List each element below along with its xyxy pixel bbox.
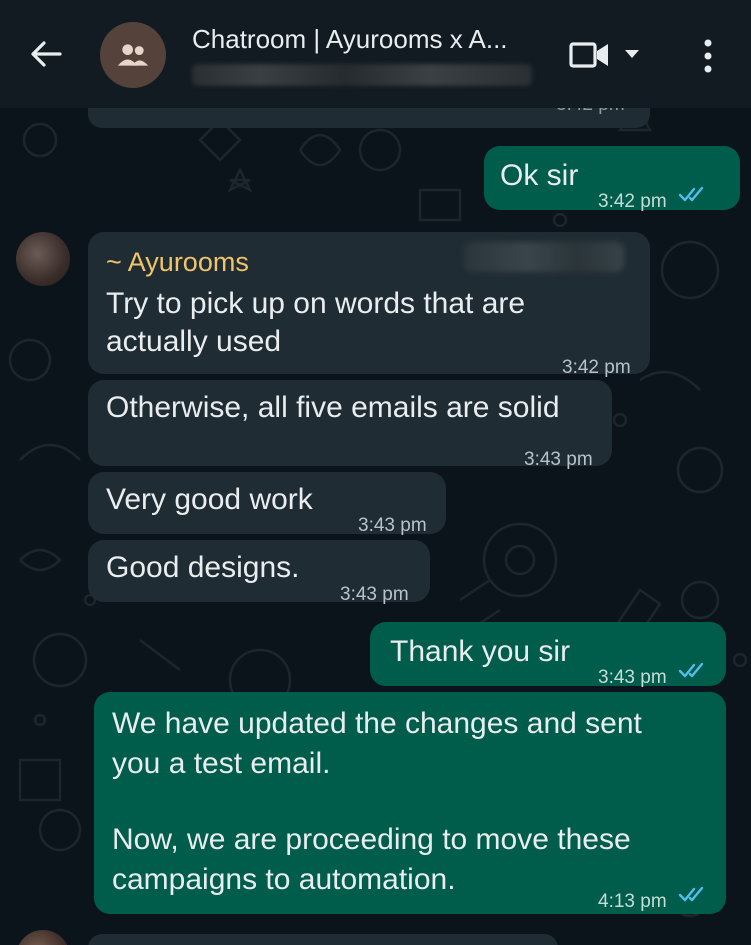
- message-text: Good designs.: [106, 551, 300, 584]
- group-icon: [117, 44, 149, 66]
- message-text-line: We have updated the changes and sent: [112, 707, 642, 740]
- message-time: 3:43 pm: [524, 449, 593, 470]
- message-time: 3:43 pm: [340, 584, 409, 605]
- arrow-left-icon[interactable]: [24, 32, 68, 76]
- message-text: Thank you sir: [390, 635, 571, 668]
- message-text-line: Try to pick up on words that are: [106, 287, 526, 320]
- avatar[interactable]: [100, 22, 166, 88]
- chat-subtitle-redacted: [192, 64, 532, 86]
- message-bubble-outgoing[interactable]: Thank you sir 3:43 pm: [370, 622, 726, 688]
- video-camera-icon[interactable]: [568, 36, 612, 74]
- message-text: Otherwise, all five emails are solid: [106, 391, 560, 424]
- message-time: 4:13 pm: [598, 891, 667, 912]
- sender-phone-redacted: [464, 242, 624, 272]
- message-bubble-clipped[interactable]: [88, 934, 558, 945]
- message-text-line: actually used: [106, 325, 282, 358]
- message-time: 3:42 pm: [598, 191, 667, 212]
- message-bubble-incoming[interactable]: ~ Ayurooms Try to pick up on words that …: [88, 232, 650, 378]
- message-bubble-outgoing[interactable]: We have updated the changes and sent you…: [94, 692, 726, 914]
- double-check-icon: [678, 886, 704, 902]
- message-text-line: campaigns to automation.: [112, 863, 456, 896]
- message-text-line: you a test email.: [112, 747, 331, 780]
- message-bubble-incoming[interactable]: Very good work 3:43 pm: [88, 472, 446, 536]
- message-text-line: Now, we are proceeding to move these: [112, 823, 631, 856]
- caret-down-icon[interactable]: [622, 46, 642, 62]
- message-bubble-incoming[interactable]: Good designs. 3:43 pm: [88, 540, 430, 605]
- more-vertical-icon[interactable]: [696, 36, 720, 76]
- message-text: Ok sir: [500, 159, 579, 192]
- double-check-icon: [678, 186, 704, 202]
- message-text: Very good work: [106, 483, 313, 516]
- chat-title[interactable]: Chatroom | Ayurooms x A...: [192, 24, 552, 55]
- sender-name[interactable]: ~ Ayurooms: [106, 242, 249, 282]
- message-bubble-incoming[interactable]: Otherwise, all five emails are solid 3:4…: [88, 380, 612, 470]
- double-check-icon: [678, 662, 704, 678]
- sender-avatar[interactable]: [16, 232, 70, 286]
- chat-header: Chatroom | Ayurooms x A...: [0, 0, 751, 108]
- message-bubble-outgoing[interactable]: Ok sir 3:42 pm: [484, 146, 740, 212]
